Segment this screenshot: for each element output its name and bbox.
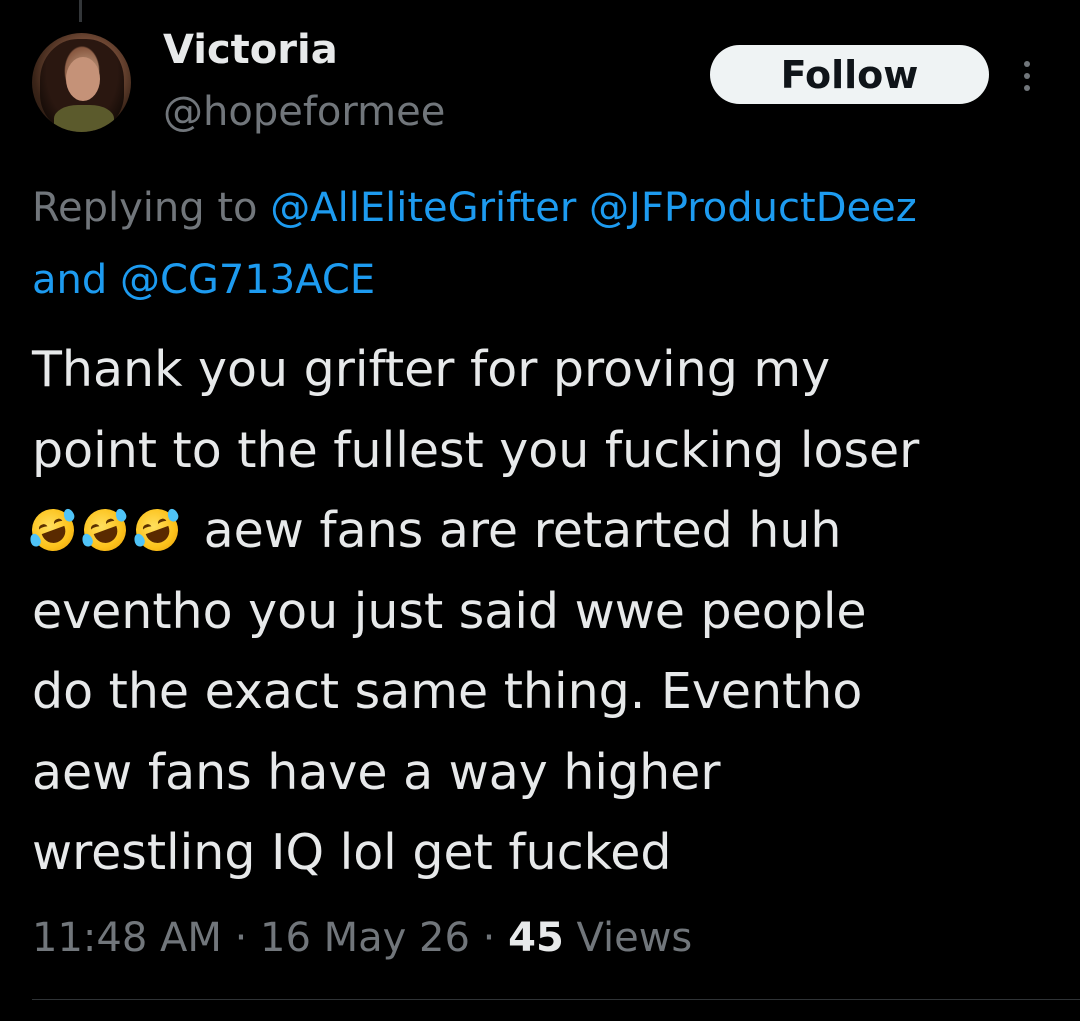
more-dot	[1024, 61, 1030, 67]
tweet-text-line: wrestling IQ lol get fucked	[32, 824, 672, 881]
tweet-time[interactable]: 11:48 AM	[32, 915, 222, 961]
more-dot	[1024, 85, 1030, 91]
tweet-text-line-with-emoji: aew fans are retarted huh	[26, 491, 1062, 572]
rolling-laughing-emoji-icon	[130, 503, 184, 557]
author-handle[interactable]: @hopeformee	[163, 88, 445, 136]
divider	[32, 999, 1080, 1000]
tweet-text-line: Thank you grifter for proving my	[32, 341, 831, 398]
mention-link[interactable]: @CG713ACE	[120, 257, 375, 303]
avatar-face	[66, 57, 100, 101]
reply-conjunction[interactable]: and	[32, 257, 107, 303]
reply-context: Replying to @AllEliteGrifter @JFProductD…	[32, 172, 1080, 316]
tweet-text-line: do the exact same thing. Eventho	[32, 663, 863, 720]
follow-button[interactable]: Follow	[710, 45, 989, 104]
avatar[interactable]	[32, 33, 131, 132]
thread-connector-line	[79, 0, 82, 22]
tweet-date[interactable]: 16 May 26	[260, 915, 470, 961]
tweet-text-segment: aew fans are retarted huh	[203, 502, 842, 559]
tweet-text-line: eventho you just said wwe people	[32, 582, 867, 640]
tweet-metadata: 11:48 AM · 16 May 26 · 45 Views	[32, 910, 692, 966]
meta-separator: ·	[234, 915, 248, 961]
more-options-icon[interactable]	[1012, 56, 1042, 96]
tweet-text-line: aew fans have a way higher	[32, 743, 721, 801]
views-count[interactable]: 45	[508, 915, 564, 961]
rolling-laughing-emoji-icon	[78, 503, 132, 557]
mention-link[interactable]: @JFProductDeez	[589, 185, 917, 231]
tweet-text: Thank you grifter for proving my point t…	[26, 330, 1062, 894]
tweet-text-line: point to the fullest you fucking loser	[32, 421, 920, 479]
more-dot	[1024, 73, 1030, 79]
mention-link[interactable]: @AllEliteGrifter	[270, 185, 576, 231]
replying-to-label: Replying to	[32, 185, 258, 231]
meta-separator: ·	[482, 915, 496, 961]
avatar-clothing	[54, 105, 114, 132]
views-label[interactable]: Views	[577, 915, 693, 961]
author-display-name[interactable]: Victoria	[163, 26, 338, 74]
rolling-laughing-emoji-icon	[26, 503, 80, 557]
